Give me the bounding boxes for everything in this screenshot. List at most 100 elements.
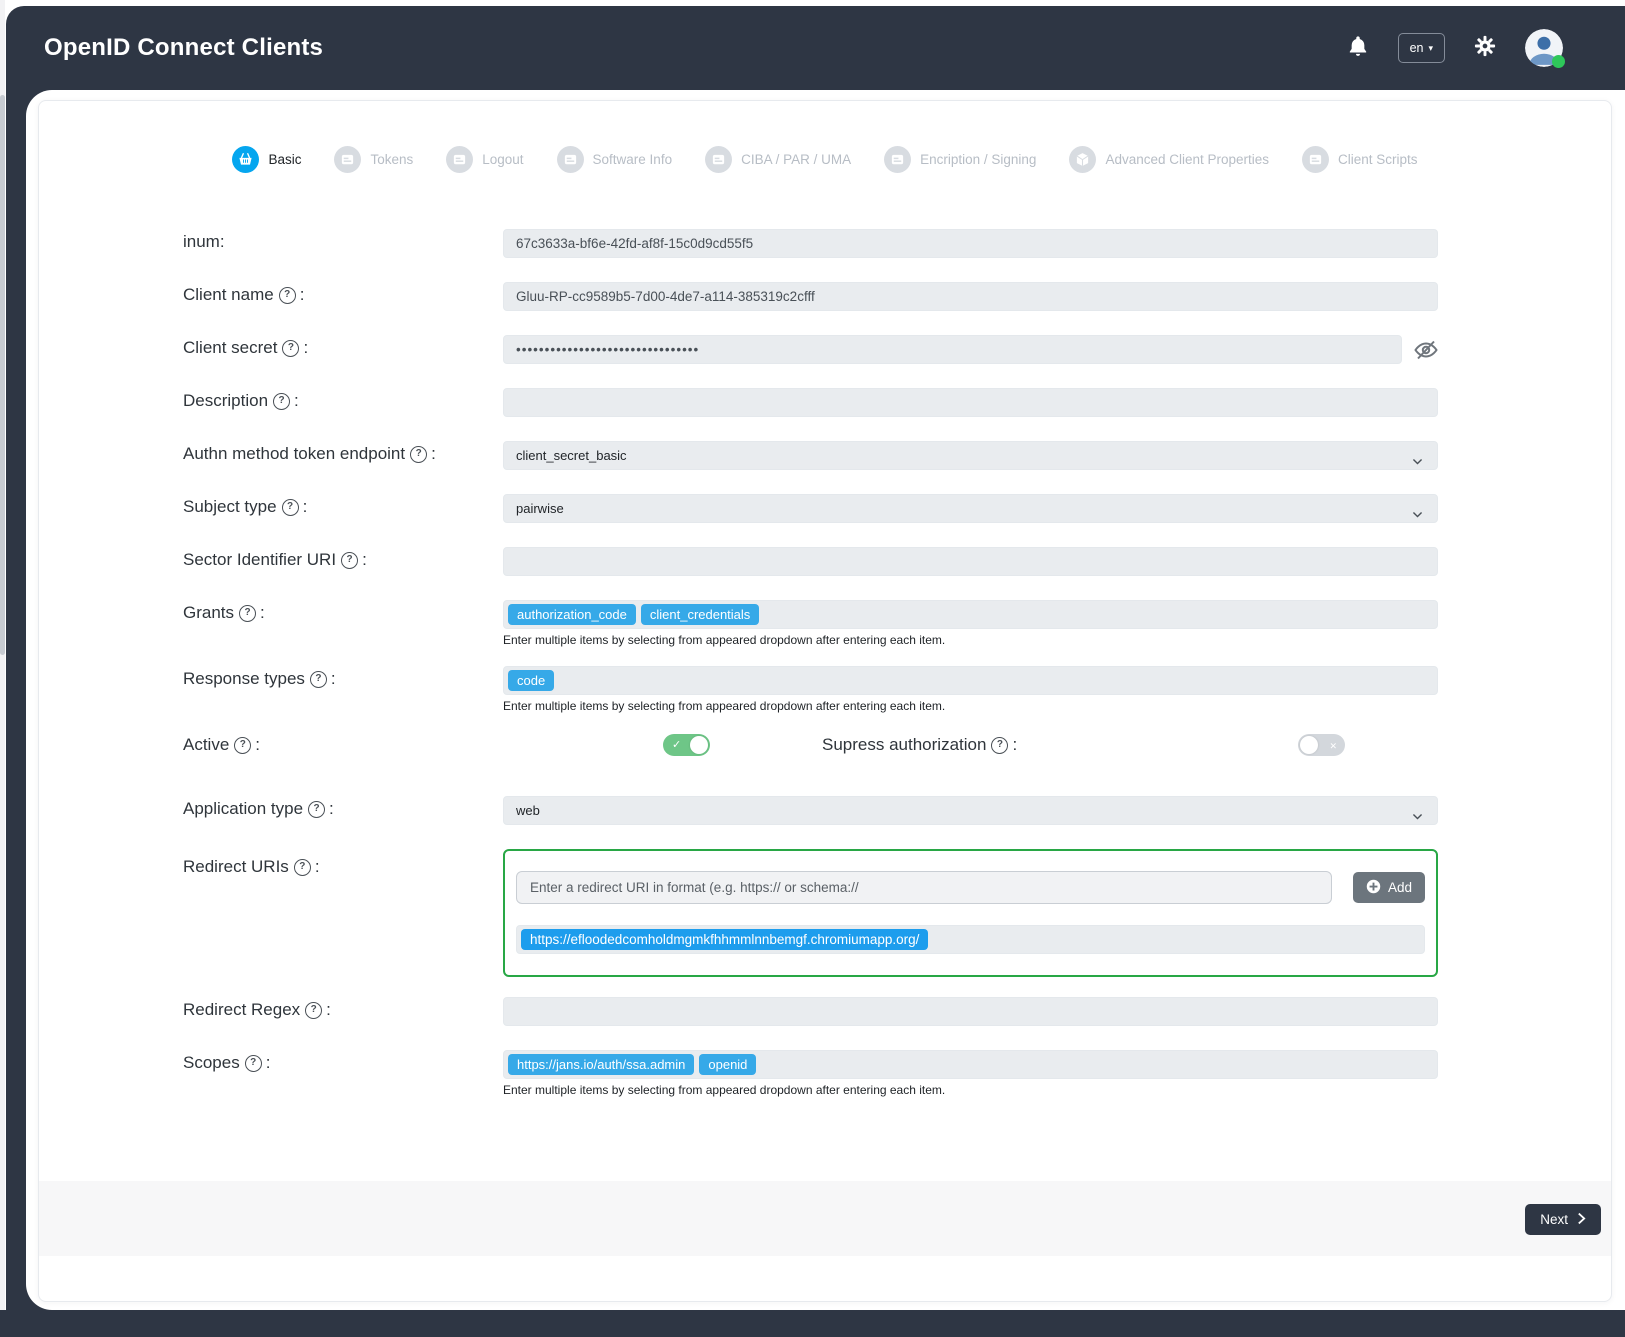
grants-tag-input[interactable]: authorization_code client_credentials xyxy=(503,600,1438,629)
step-advanced-client-properties[interactable]: Advanced Client Properties xyxy=(1069,146,1269,173)
step-encription-signing[interactable]: Encription / Signing xyxy=(884,146,1036,173)
step-ciba-par-uma[interactable]: CIBA / PAR / UMA xyxy=(705,146,851,173)
cube-icon xyxy=(1069,146,1096,173)
redirect-uris-row: Redirect URIs?: Add https://efloodedcomh… xyxy=(183,849,1438,977)
scrollbar-thumb[interactable] xyxy=(0,95,5,655)
top-header: OpenID Connect Clients en ▾ xyxy=(6,6,1625,90)
bell-icon xyxy=(1348,35,1368,62)
application-type-select[interactable]: web xyxy=(503,796,1438,825)
client-basic-form-lower: Application type?: web Redirect URIs?: xyxy=(39,796,1611,1097)
step-logout[interactable]: Logout xyxy=(446,146,523,173)
scopes-tag-input[interactable]: https://jans.io/auth/ssa.admin openid xyxy=(503,1050,1438,1079)
next-button[interactable]: Next xyxy=(1525,1204,1601,1235)
description-label: Description?: xyxy=(183,388,503,417)
step-software-info[interactable]: Software Info xyxy=(557,146,673,173)
check-icon: ✓ xyxy=(672,738,681,752)
chevron-down-icon xyxy=(1411,805,1424,832)
help-icon[interactable]: ? xyxy=(294,859,311,876)
subject-type-label: Subject type?: xyxy=(183,494,503,523)
scope-tag[interactable]: openid xyxy=(699,1054,756,1075)
step-tokens[interactable]: Tokens xyxy=(334,146,413,173)
authn-method-label: Authn method token endpoint?: xyxy=(183,441,503,470)
help-icon[interactable]: ? xyxy=(273,393,290,410)
inum-field[interactable] xyxy=(503,229,1438,258)
supress-authorization-toggle[interactable]: ✕ xyxy=(1298,734,1345,756)
plus-circle-icon xyxy=(1366,879,1381,897)
client-name-field[interactable] xyxy=(503,282,1438,311)
step-label: Advanced Client Properties xyxy=(1105,152,1269,167)
help-icon[interactable]: ? xyxy=(279,287,296,304)
grant-tag[interactable]: authorization_code xyxy=(508,604,636,625)
scope-tag[interactable]: https://jans.io/auth/ssa.admin xyxy=(508,1054,694,1075)
toggle-knob xyxy=(690,736,708,754)
language-label: en xyxy=(1410,41,1424,55)
active-toggle[interactable]: ✓ xyxy=(663,734,710,756)
redirect-regex-field[interactable] xyxy=(503,997,1438,1026)
step-label: Basic xyxy=(268,152,301,167)
redirect-uris-tag-list[interactable]: https://efloodedcomholdmgmkfhhmmlnnbemgf… xyxy=(516,925,1425,954)
help-icon[interactable]: ? xyxy=(282,499,299,516)
card-icon xyxy=(884,146,911,173)
language-selector[interactable]: en ▾ xyxy=(1398,33,1445,63)
sector-identifier-uri-label: Sector Identifier URI?: xyxy=(183,547,503,576)
next-button-label: Next xyxy=(1540,1212,1568,1227)
wizard-steps: Basic Tokens Logout Software Info xyxy=(39,101,1611,173)
response-types-tag-input[interactable]: code xyxy=(503,666,1438,695)
grants-row: Grants?: authorization_code client_crede… xyxy=(183,600,1438,647)
inum-label: inum: xyxy=(183,229,503,258)
toggle-knob xyxy=(1300,736,1318,754)
help-icon[interactable]: ? xyxy=(341,552,358,569)
settings-button[interactable] xyxy=(1472,35,1498,61)
page-title: OpenID Connect Clients xyxy=(44,34,323,62)
response-type-tag[interactable]: code xyxy=(508,670,554,691)
redirect-regex-row: Redirect Regex?: xyxy=(183,997,1438,1026)
client-secret-field[interactable] xyxy=(503,335,1402,364)
scrollbar-track[interactable] xyxy=(0,0,5,1310)
scopes-label: Scopes?: xyxy=(183,1050,503,1097)
help-icon[interactable]: ? xyxy=(234,737,251,754)
chevron-right-icon xyxy=(1577,1212,1586,1228)
card-icon xyxy=(557,146,584,173)
step-label: Software Info xyxy=(593,152,673,167)
authn-method-select[interactable]: client_secret_basic xyxy=(503,441,1438,470)
notifications-button[interactable] xyxy=(1345,35,1371,61)
authn-method-row: Authn method token endpoint?: client_sec… xyxy=(183,441,1438,470)
subject-type-select[interactable]: pairwise xyxy=(503,494,1438,523)
client-name-row: Client name?: xyxy=(183,282,1438,311)
client-name-label: Client name?: xyxy=(183,282,503,311)
help-icon[interactable]: ? xyxy=(308,801,325,818)
add-redirect-uri-button[interactable]: Add xyxy=(1353,872,1425,903)
redirect-uri-tag[interactable]: https://efloodedcomholdmgmkfhhmmlnnbemgf… xyxy=(521,929,928,950)
description-field[interactable] xyxy=(503,388,1438,417)
step-label: CIBA / PAR / UMA xyxy=(741,152,851,167)
help-icon[interactable]: ? xyxy=(991,737,1008,754)
help-icon[interactable]: ? xyxy=(245,1055,262,1072)
online-status-dot xyxy=(1552,55,1565,68)
step-basic[interactable]: Basic xyxy=(232,146,301,173)
help-icon[interactable]: ? xyxy=(410,446,427,463)
help-icon[interactable]: ? xyxy=(310,671,327,688)
help-icon[interactable]: ? xyxy=(282,340,299,357)
grant-tag[interactable]: client_credentials xyxy=(641,604,759,625)
redirect-regex-label: Redirect Regex?: xyxy=(183,997,503,1026)
help-icon[interactable]: ? xyxy=(305,1002,322,1019)
supress-authorization-label: Supress authorization?: xyxy=(822,735,1017,755)
grants-label: Grants?: xyxy=(183,600,503,647)
response-types-label: Response types?: xyxy=(183,666,503,713)
chevron-down-icon xyxy=(1411,450,1424,477)
application-type-row: Application type?: web xyxy=(183,796,1438,825)
multi-item-helper-text: Enter multiple items by selecting from a… xyxy=(503,699,1438,713)
user-avatar[interactable] xyxy=(1525,29,1563,67)
redirect-uri-input[interactable] xyxy=(516,871,1332,904)
eye-slash-icon[interactable] xyxy=(1414,340,1438,360)
card-icon xyxy=(446,146,473,173)
sector-identifier-uri-field[interactable] xyxy=(503,547,1438,576)
application-type-label: Application type?: xyxy=(183,796,503,825)
step-client-scripts[interactable]: Client Scripts xyxy=(1302,146,1418,173)
step-label: Logout xyxy=(482,152,523,167)
multi-item-helper-text: Enter multiple items by selecting from a… xyxy=(503,633,1438,647)
help-icon[interactable]: ? xyxy=(239,605,256,622)
active-label: Active?: xyxy=(183,735,503,755)
subject-type-row: Subject type?: pairwise xyxy=(183,494,1438,523)
header-actions: en ▾ xyxy=(1345,29,1563,67)
